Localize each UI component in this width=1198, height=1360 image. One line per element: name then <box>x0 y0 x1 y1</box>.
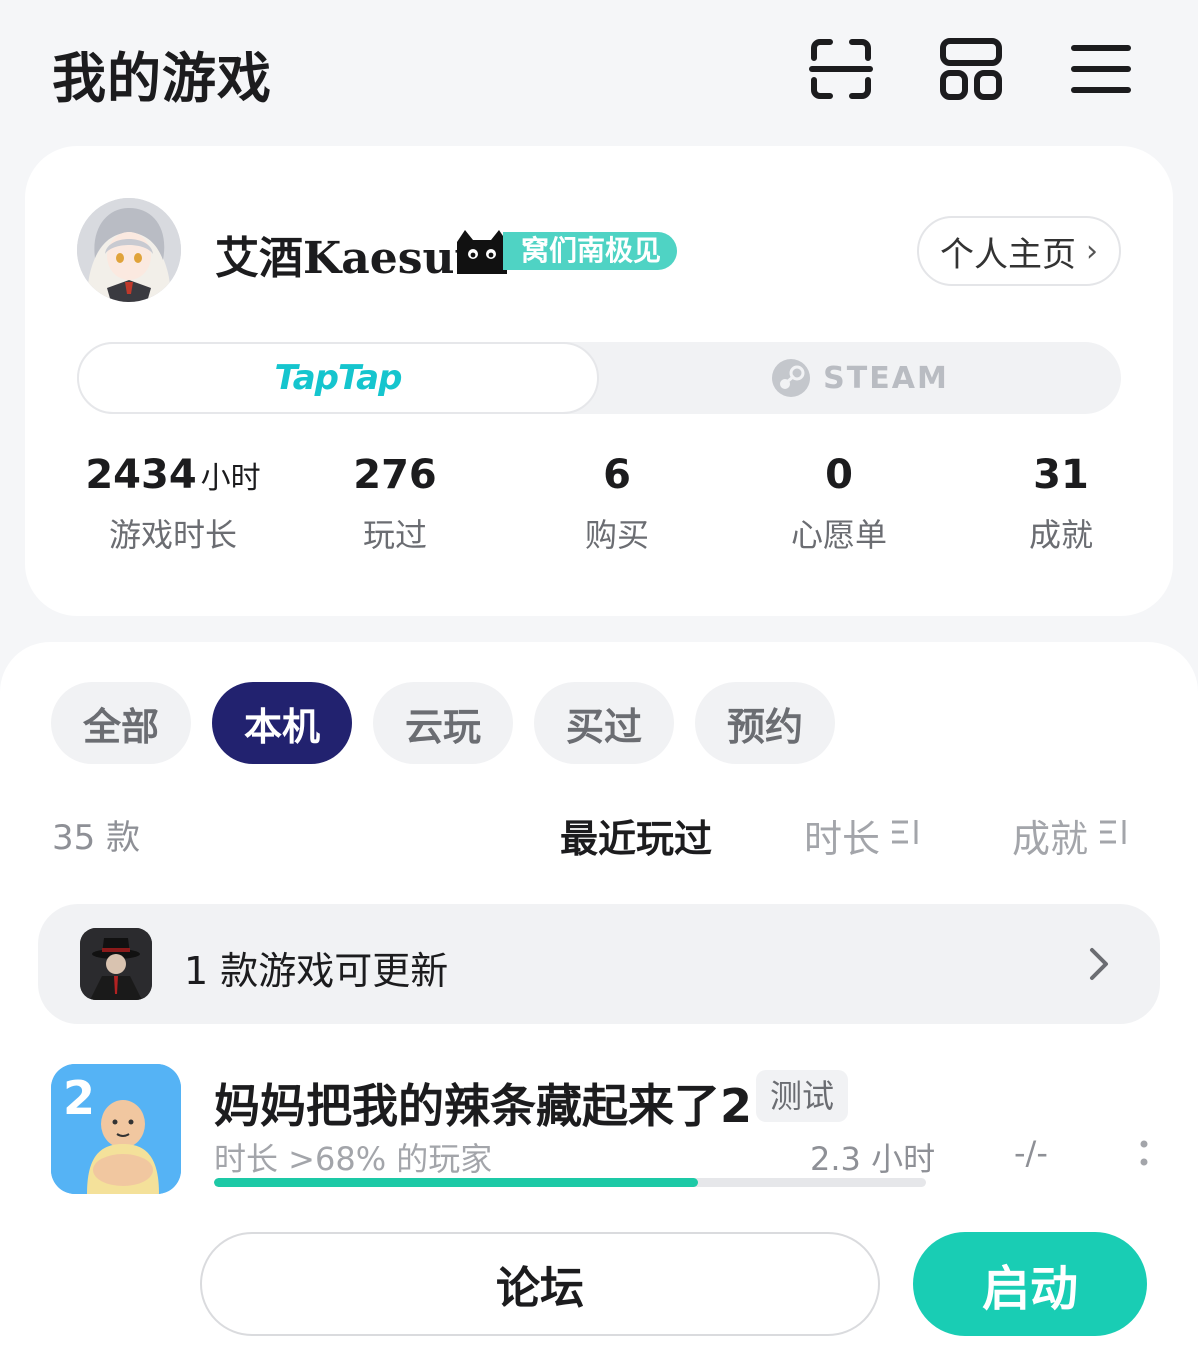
sort-achievements-label: 成就 <box>1012 817 1089 861</box>
game-icon-number: 2 <box>63 1071 95 1125</box>
taptap-logo: TapTap <box>274 358 403 398</box>
update-banner[interactable]: 1 款游戏可更新 <box>38 904 1160 1024</box>
stat-label: 玩过 <box>362 516 427 554</box>
username: 艾酒Kaesuu <box>215 233 487 284</box>
sort-icon <box>890 817 922 854</box>
stat-unit: 小时 <box>200 461 261 496</box>
stat-played[interactable]: 276 玩过 <box>285 452 505 556</box>
scan-icon[interactable] <box>808 36 874 102</box>
sort-icon <box>1098 817 1130 854</box>
stat-purchased[interactable]: 6 购买 <box>507 452 727 556</box>
game-list-sheet: 全部 本机 云玩 买过 预约 35 款 最近玩过 时长 成就 1 款游戏可更新 … <box>0 642 1198 1360</box>
badge-label: 窝们南极见 <box>503 232 678 270</box>
avatar[interactable] <box>77 198 181 302</box>
sort-achievements[interactable]: 成就 <box>1012 808 1130 863</box>
launch-button[interactable]: 启动 <box>913 1232 1147 1336</box>
profile-home-label: 个人主页 <box>940 234 1076 275</box>
stat-label: 心愿单 <box>790 516 887 554</box>
beta-tag: 测试 <box>756 1070 849 1122</box>
stat-label: 成就 <box>1028 516 1093 554</box>
stat-value: 31 <box>1033 452 1089 498</box>
playtime-hours: 2.3 小时 <box>810 1140 936 1178</box>
sort-duration[interactable]: 时长 <box>804 808 922 863</box>
page-title: 我的游戏 <box>52 47 272 110</box>
stat-playtime[interactable]: 2434 小时 游戏时长 <box>63 452 283 556</box>
profile-card: 艾酒Kaesuu 窝们南极见 个人主页 › TapTap STEAM 2434 … <box>25 146 1173 616</box>
playtime-progress-fill <box>214 1178 699 1187</box>
game-icon[interactable]: 2 <box>51 1064 181 1194</box>
game-achievements: -/- <box>1014 1134 1048 1172</box>
filter-chip-local[interactable]: 本机 <box>212 682 352 764</box>
chevron-right-icon: › <box>1086 233 1098 269</box>
playtime-percentile: 时长 >68% 的玩家 <box>214 1140 493 1178</box>
sort-recent[interactable]: 最近玩过 <box>560 808 712 863</box>
platform-toggle: TapTap STEAM <box>77 342 1121 414</box>
menu-icon[interactable] <box>1068 36 1134 102</box>
filter-chip-all[interactable]: 全部 <box>51 682 191 764</box>
sort-recent-label: 最近玩过 <box>560 817 713 861</box>
update-game-thumbnail <box>80 928 152 1000</box>
game-title[interactable]: 妈妈把我的辣条藏起来了2 <box>214 1070 752 1136</box>
filter-chip-reserved[interactable]: 预约 <box>695 682 835 764</box>
stat-value: 0 <box>825 452 853 498</box>
steam-icon <box>772 359 811 397</box>
update-text: 1 款游戏可更新 <box>184 949 449 993</box>
filter-chip-bought[interactable]: 买过 <box>534 682 674 764</box>
stat-value: 6 <box>603 452 631 498</box>
playtime-progress <box>214 1178 926 1187</box>
header: 我的游戏 <box>0 0 1198 140</box>
sort-duration-label: 时长 <box>804 817 881 861</box>
stat-value: 276 <box>353 452 437 498</box>
steam-label: STEAM <box>823 360 949 396</box>
forum-button[interactable]: 论坛 <box>200 1232 880 1336</box>
user-badge: 窝们南极见 <box>455 230 678 274</box>
stat-label: 购买 <box>584 516 649 554</box>
stat-achievements[interactable]: 31 成就 <box>951 452 1171 556</box>
chevron-right-icon <box>1088 946 1112 986</box>
tab-steam[interactable]: STEAM <box>599 342 1121 414</box>
my-games-page: 我的游戏 艾酒Kaesuu 窝们南极见 个人主页 › TapTap STEAM … <box>0 0 1198 1360</box>
grid-icon[interactable] <box>938 36 1004 102</box>
stat-wishlist[interactable]: 0 心愿单 <box>729 452 949 556</box>
filter-chip-cloud[interactable]: 云玩 <box>373 682 513 764</box>
cat-icon <box>457 230 507 274</box>
stat-label: 游戏时长 <box>108 516 237 554</box>
tab-taptap[interactable]: TapTap <box>77 342 599 414</box>
stat-value: 2434 <box>85 452 197 498</box>
more-options-icon[interactable] <box>1132 1136 1156 1172</box>
profile-home-button[interactable]: 个人主页 › <box>917 216 1121 286</box>
game-count: 35 款 <box>52 818 141 858</box>
